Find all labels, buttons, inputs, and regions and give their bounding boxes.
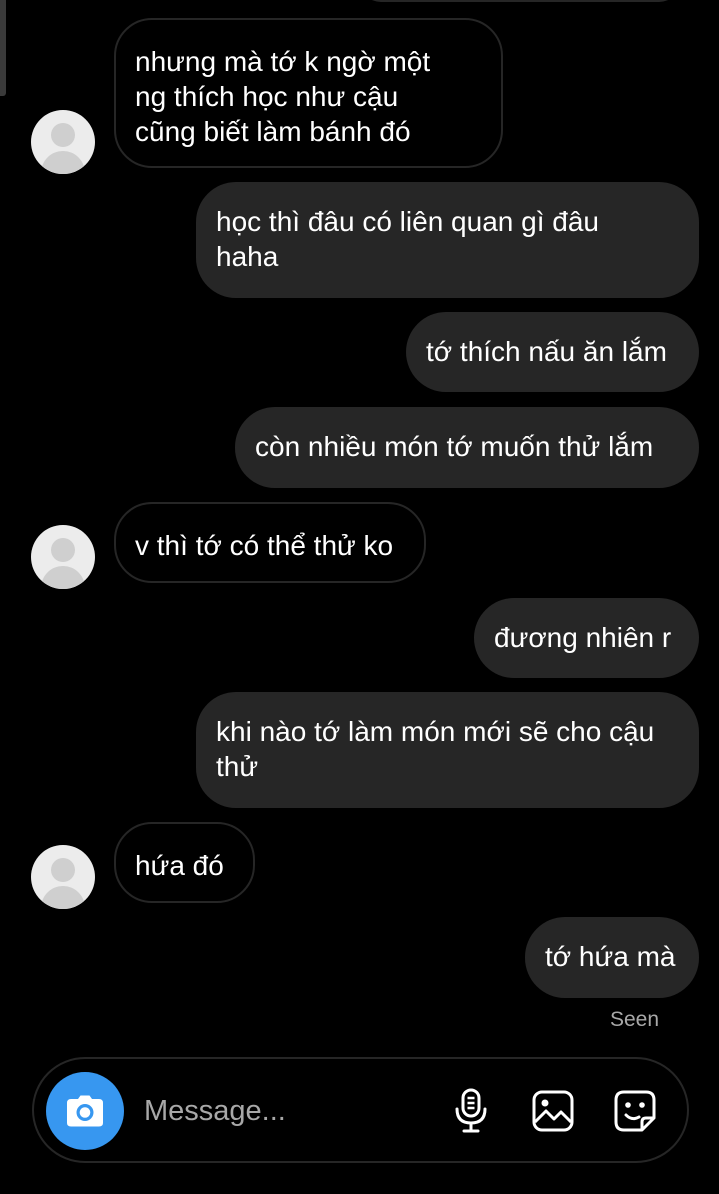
avatar-body <box>41 886 85 909</box>
sender-avatar[interactable] <box>31 845 95 909</box>
incoming-message-bubble[interactable]: nhưng mà tớ k ngờ một ng thích học như c… <box>114 18 503 168</box>
microphone-icon <box>455 1088 487 1133</box>
message-composer <box>32 1057 689 1163</box>
seen-status: Seen <box>609 1008 659 1031</box>
sticker-icon <box>614 1090 656 1132</box>
message-input[interactable] <box>144 1089 424 1133</box>
outgoing-message-bubble[interactable]: khi nào tớ làm món mới sẽ cho cậu thử <box>196 692 699 808</box>
avatar-head <box>51 858 75 882</box>
outgoing-message-bubble[interactable]: tớ hứa mà <box>525 917 699 998</box>
previous-message-bubble <box>360 0 680 2</box>
outgoing-message-bubble[interactable]: tớ thích nấu ăn lắm <box>406 312 699 392</box>
incoming-message-bubble[interactable]: hứa đó <box>114 822 255 903</box>
gallery-button[interactable] <box>530 1088 576 1134</box>
sticker-button[interactable] <box>612 1088 658 1134</box>
sender-avatar[interactable] <box>31 525 95 589</box>
avatar-body <box>41 566 85 589</box>
sender-avatar[interactable] <box>31 110 95 174</box>
avatar-body <box>41 151 85 174</box>
outgoing-message-bubble[interactable]: còn nhiều món tớ muốn thử lắm <box>235 407 699 488</box>
camera-icon <box>67 1095 103 1127</box>
avatar-head <box>51 123 75 147</box>
image-icon <box>532 1090 574 1132</box>
camera-button[interactable] <box>46 1072 124 1150</box>
incoming-message-bubble[interactable]: v thì tớ có thể thử ko <box>114 502 426 583</box>
voice-message-button[interactable] <box>448 1088 494 1134</box>
outgoing-message-bubble[interactable]: đương nhiên r <box>474 598 699 678</box>
outgoing-message-bubble[interactable]: học thì đâu có liên quan gì đâu haha <box>196 182 699 298</box>
scroll-indicator[interactable] <box>0 0 6 96</box>
avatar-head <box>51 538 75 562</box>
